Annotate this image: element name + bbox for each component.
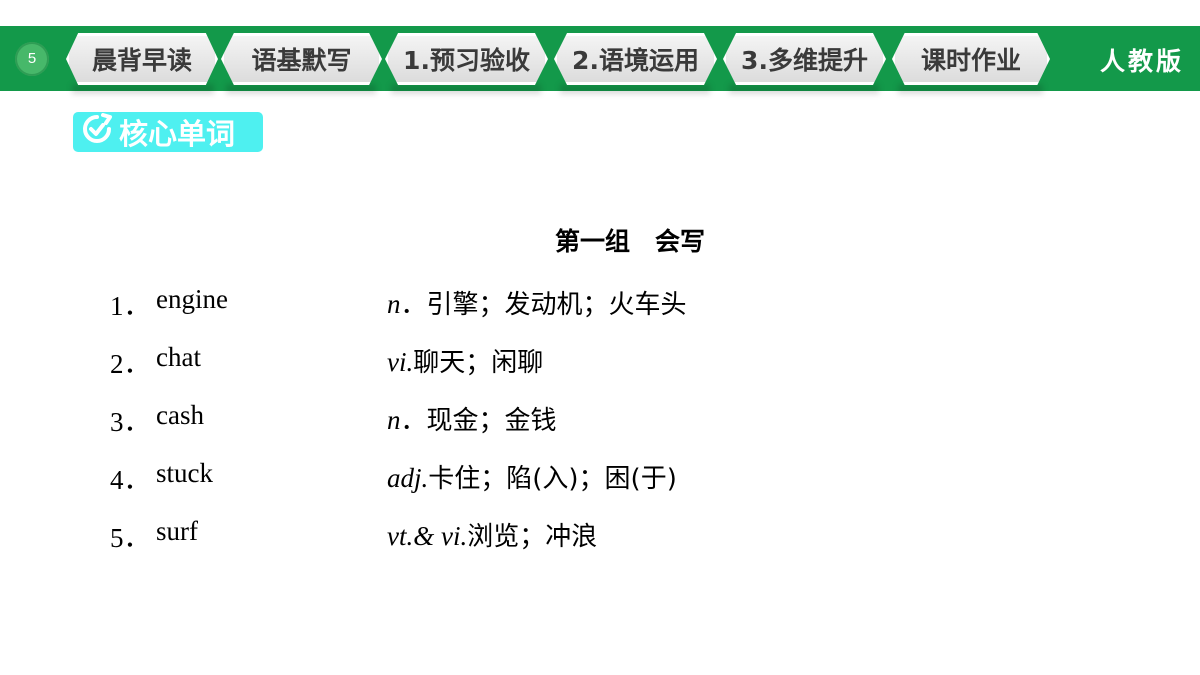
english-word: cash [156, 400, 204, 430]
part-of-speech: vi [387, 347, 407, 377]
item-number: 1． [110, 291, 151, 321]
english-word: surf [156, 516, 198, 546]
definition: n．现金；金钱 [387, 400, 557, 437]
group-title: 第一组 会写 [554, 227, 705, 256]
chinese-meaning: 引擎；发动机；火车头 [426, 290, 687, 320]
chinese-meaning: 聊天；闲聊 [413, 348, 544, 378]
tab-label: 晨背早读 [91, 46, 192, 75]
tab-context-use[interactable]: 2.语境运用 [554, 33, 717, 85]
tab-label: 1.预习验收 [403, 46, 530, 75]
item-number: 2． [110, 349, 151, 379]
tab-label: 2.语境运用 [572, 46, 699, 75]
tab-preview-check[interactable]: 1.预习验收 [385, 33, 548, 85]
english-word: stuck [156, 458, 213, 488]
vocab-row: 2． chat vi.聊天；闲聊 [0, 342, 1200, 382]
part-of-speech: adj [387, 463, 422, 493]
tab-label: 3.多维提升 [741, 46, 868, 75]
vocab-row: 4． stuck adj.卡住；陷(入)；困(于) [0, 458, 1200, 498]
page-number-badge: 5 [15, 42, 49, 76]
definition: vi.聊天；闲聊 [387, 342, 543, 379]
tab-multi-improvement[interactable]: 3.多维提升 [723, 33, 886, 85]
tab-homework[interactable]: 课时作业 [892, 33, 1050, 85]
section-heading: 核心单词 [73, 112, 263, 152]
tab-label: 课时作业 [920, 46, 1021, 75]
item-number: 4． [110, 465, 151, 495]
chinese-meaning: 卡住；陷(入)；困(于) [428, 464, 677, 494]
vocab-row: 5． surf vt.& vi.浏览；冲浪 [0, 516, 1200, 556]
tab-morning-reading[interactable]: 晨背早读 [66, 33, 218, 85]
english-word: chat [156, 342, 201, 372]
item-number: 5． [110, 523, 151, 553]
separator: ． [400, 406, 427, 436]
part-of-speech: vt.& vi [387, 521, 461, 551]
definition: adj.卡住；陷(入)；困(于) [387, 458, 677, 495]
item-number: 3． [110, 407, 151, 437]
part-of-speech: n [387, 289, 401, 319]
chinese-meaning: 浏览；冲浪 [467, 522, 598, 552]
definition: n．引擎；发动机；火车头 [387, 284, 687, 321]
separator: ． [400, 290, 427, 320]
english-word: engine [156, 284, 228, 314]
tab-basic-dictation[interactable]: 语基默写 [221, 33, 382, 85]
section-title: 核心单词 [119, 117, 236, 151]
refresh-check-icon [81, 112, 119, 152]
chinese-meaning: 现金；金钱 [426, 406, 557, 436]
vocab-row: 1． engine n．引擎；发动机；火车头 [0, 284, 1200, 324]
tab-label: 语基默写 [251, 46, 352, 75]
part-of-speech: n [387, 405, 401, 435]
publisher-label: 人教版 [1099, 47, 1184, 76]
vocab-row: 3． cash n．现金；金钱 [0, 400, 1200, 440]
definition: vt.& vi.浏览；冲浪 [387, 516, 597, 553]
